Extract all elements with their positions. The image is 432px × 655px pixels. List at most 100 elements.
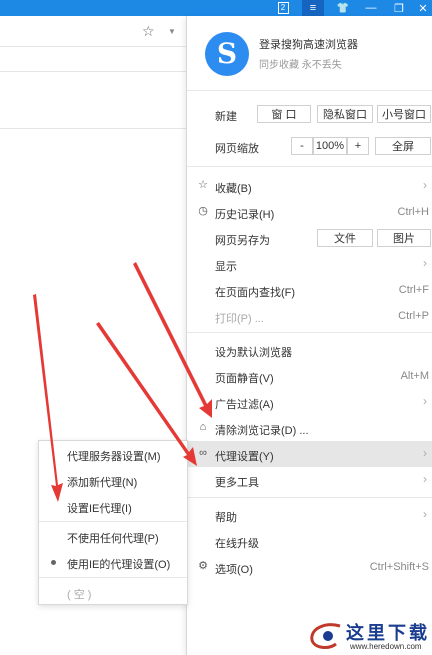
submenu-item-ie-proxy[interactable]: 设置IE代理(I): [39, 493, 187, 519]
bookmark-star-icon[interactable]: ☆: [142, 23, 155, 40]
menu-item-label: 设为默认浏览器: [215, 347, 292, 359]
menu-separator: [187, 497, 432, 498]
menu-item-label: 收藏(B): [215, 183, 252, 195]
toolbar-divider: [0, 71, 186, 72]
zoom-value: 100%: [313, 137, 347, 155]
submenu-separator: [39, 577, 187, 578]
restore-button[interactable]: ❐: [388, 0, 410, 16]
main-menu: S 登录搜狗高速浏览器 同步收藏 永不丢失 新建 窗 口 隐私窗口 小号窗口 网…: [186, 16, 432, 655]
title-bar: 2 ≡ 👕 — ❐ ✕: [0, 0, 432, 16]
close-icon: ✕: [418, 2, 428, 15]
new-private-window-button[interactable]: 隐私窗口: [317, 105, 373, 123]
submenu-separator: [39, 521, 187, 522]
login-subtitle: 同步收藏 永不丢失: [259, 60, 342, 71]
menu-item-shortcut: Ctrl+H: [397, 206, 429, 218]
submenu-item-label: 添加新代理(N): [67, 477, 138, 489]
submenu-item-no-proxy[interactable]: 不使用任何代理(P): [39, 523, 187, 549]
menu-item-proxy[interactable]: ∞ 代理设置(Y) ›: [187, 441, 432, 467]
menu-item-shortcut: Ctrl+P: [398, 310, 429, 322]
menu-item-label: 清除浏览记录(D) ...: [215, 425, 309, 437]
new-small-window-button[interactable]: 小号窗口: [377, 105, 431, 123]
menu-item-print[interactable]: 打印(P) ... Ctrl+P: [187, 303, 432, 329]
star-icon: ☆: [198, 179, 208, 191]
menu-item-label: 帮助: [215, 512, 237, 524]
gear-icon: ⚙: [198, 560, 208, 572]
chevron-right-icon: ›: [423, 394, 427, 408]
content-divider: [0, 128, 186, 129]
selected-dot-icon: [51, 560, 56, 565]
chevron-right-icon: ›: [423, 446, 427, 460]
menu-item-label: 显示: [215, 261, 237, 273]
menu-separator: [187, 166, 432, 167]
window-count-button[interactable]: 2: [272, 0, 294, 16]
menu-item-mute[interactable]: 页面静音(V) Alt+M: [187, 363, 432, 389]
submenu-item-label: 设置IE代理(I): [67, 503, 132, 515]
menu-separator: [187, 332, 432, 333]
save-as-image-button[interactable]: 图片: [377, 229, 431, 247]
menu-item-options[interactable]: ⚙ 选项(O) Ctrl+Shift+S: [187, 554, 432, 580]
zoom-in-button[interactable]: +: [347, 137, 369, 155]
zoom-out-button[interactable]: -: [291, 137, 313, 155]
menu-item-label: 在页面内查找(F): [215, 287, 296, 299]
restore-icon: ❐: [394, 2, 404, 15]
menu-item-label: 代理设置(Y): [215, 451, 274, 463]
menu-item-shortcut: Alt+M: [400, 370, 429, 382]
submenu-item-label: ( 空 ): [67, 589, 92, 601]
clock-icon: ◷: [198, 205, 208, 217]
menu-item-label: 更多工具: [215, 477, 259, 489]
submenu-item-add-proxy[interactable]: 添加新代理(N): [39, 467, 187, 493]
minimize-button[interactable]: —: [360, 0, 382, 16]
menu-item-shortcut: Ctrl+Shift+S: [369, 561, 429, 573]
save-as-file-button[interactable]: 文件: [317, 229, 373, 247]
link-icon: ∞: [199, 447, 207, 459]
chevron-down-icon[interactable]: ▼: [168, 27, 176, 36]
chevron-right-icon: ›: [423, 178, 427, 192]
heredown-logo-icon: [310, 623, 341, 649]
watermark-url: www.heredown.com: [350, 642, 422, 651]
login-panel[interactable]: S 登录搜狗高速浏览器 同步收藏 永不丢失: [187, 16, 432, 88]
menu-button[interactable]: ≡: [302, 0, 324, 16]
menu-item-upgrade[interactable]: 在线升级: [187, 528, 432, 554]
hamburger-icon: ≡: [309, 2, 317, 14]
fullscreen-button[interactable]: 全屏: [375, 137, 431, 155]
window-count-badge: 2: [277, 2, 289, 14]
proxy-submenu: 代理服务器设置(M) 添加新代理(N) 设置IE代理(I) 不使用任何代理(P)…: [38, 440, 188, 605]
minimize-icon: —: [365, 2, 377, 14]
menu-item-shortcut: Ctrl+F: [398, 284, 429, 296]
menu-separator: [187, 90, 432, 91]
menu-item-find[interactable]: 在页面内查找(F) Ctrl+F: [187, 277, 432, 303]
new-window-button[interactable]: 窗 口: [257, 105, 311, 123]
chevron-right-icon: ›: [423, 472, 427, 486]
address-bar[interactable]: [0, 16, 186, 47]
menu-item-favorites[interactable]: ☆ 收藏(B) ›: [187, 173, 432, 199]
submenu-item-proxy-server[interactable]: 代理服务器设置(M): [39, 441, 187, 467]
menu-item-label: 页面静音(V): [215, 373, 274, 385]
submenu-item-use-ie-proxy[interactable]: 使用IE的代理设置(O): [39, 549, 187, 575]
submenu-item-label: 代理服务器设置(M): [67, 451, 161, 463]
submenu-item-label: 不使用任何代理(P): [67, 533, 159, 545]
menu-item-history[interactable]: ◷ 历史记录(H) Ctrl+H: [187, 199, 432, 225]
new-label: 新建: [215, 111, 237, 123]
menu-item-set-default[interactable]: 设为默认浏览器: [187, 337, 432, 363]
menu-item-label: 打印(P) ...: [215, 313, 264, 325]
close-button[interactable]: ✕: [414, 0, 432, 16]
submenu-item-label: 使用IE的代理设置(O): [67, 559, 171, 571]
menu-item-label: 网页另存为: [215, 235, 270, 247]
menu-item-label: 历史记录(H): [215, 209, 275, 221]
sogou-logo-letter: S: [216, 37, 238, 70]
menu-item-label: 选项(O): [215, 564, 253, 576]
menu-item-help[interactable]: 帮助 ›: [187, 502, 432, 528]
chevron-right-icon: ›: [423, 256, 427, 270]
skin-button[interactable]: 👕: [332, 0, 354, 16]
menu-item-display[interactable]: 显示 ›: [187, 251, 432, 277]
zoom-label: 网页缩放: [215, 143, 259, 155]
menu-item-label: 广告过滤(A): [215, 399, 274, 411]
shirt-icon: 👕: [336, 2, 350, 14]
menu-item-label: 在线升级: [215, 538, 259, 550]
submenu-item-empty: ( 空 ): [39, 579, 187, 605]
login-title[interactable]: 登录搜狗高速浏览器: [259, 36, 358, 52]
chevron-right-icon: ›: [423, 507, 427, 521]
menu-item-ad-filter[interactable]: 广告过滤(A) ›: [187, 389, 432, 415]
menu-item-more-tools[interactable]: 更多工具 ›: [187, 467, 432, 493]
menu-item-clear-history[interactable]: ⌂ 清除浏览记录(D) ...: [187, 415, 432, 441]
